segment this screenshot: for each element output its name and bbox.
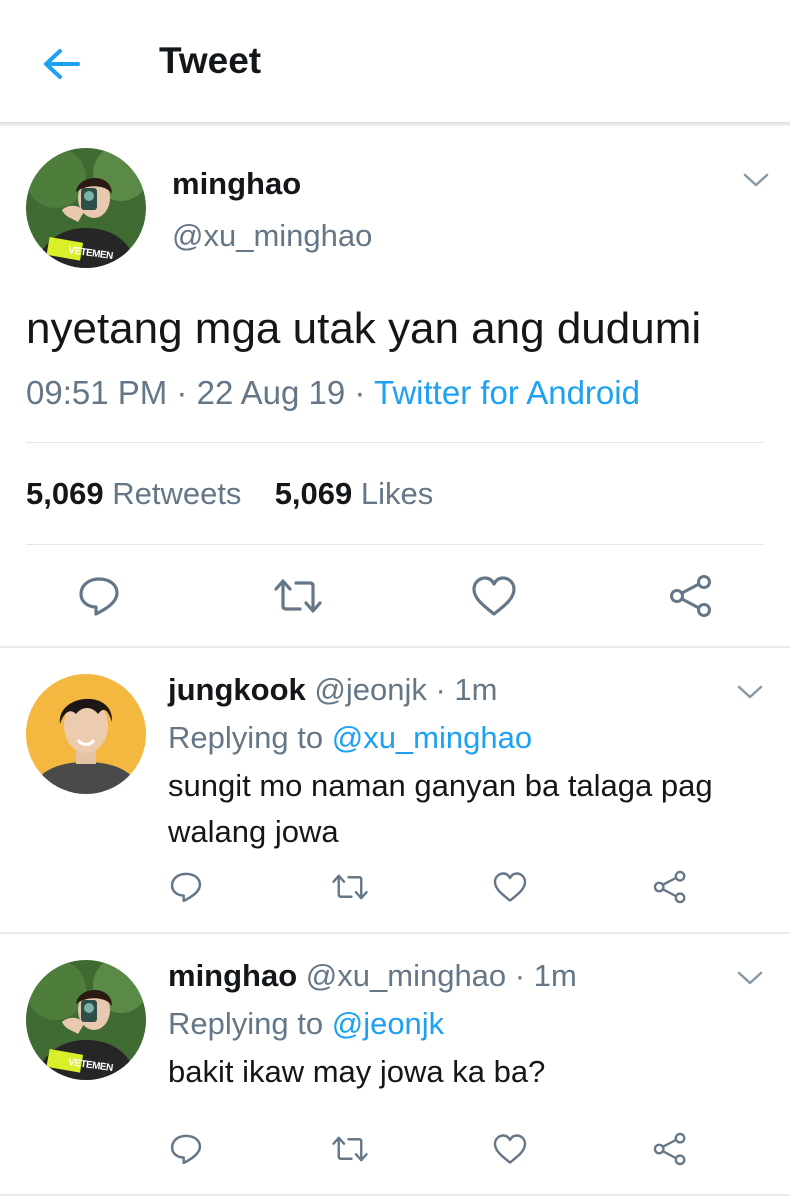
reply-icon [170, 872, 202, 903]
user-handle[interactable]: @xu_minghao [172, 218, 372, 254]
share-icon [653, 1132, 686, 1166]
meta-separator: · [354, 374, 366, 411]
display-name[interactable]: minghao [172, 166, 301, 202]
share-button[interactable] [652, 1132, 688, 1166]
retweet-icon [332, 874, 368, 900]
reply-text: walang jowa [168, 814, 339, 849]
likes-label: Likes [360, 476, 434, 511]
tweet-stats: 5,069 Retweets 5,069 Likes [26, 476, 433, 512]
retweet-icon [332, 1136, 368, 1162]
retweet-button[interactable] [330, 1134, 370, 1164]
section-divider [0, 932, 790, 934]
tweet-text: nyetang mga utak yan ang dudumi [26, 304, 702, 353]
tweet-source-link[interactable]: Twitter for Android [374, 374, 640, 411]
meta-separator: · [176, 374, 188, 411]
avatar[interactable]: VETEMEN [26, 960, 146, 1080]
back-button[interactable] [38, 40, 86, 88]
back-arrow-icon [44, 49, 80, 79]
tweet-time: 09:51 PM [26, 374, 168, 411]
retweets-stat[interactable]: 5,069 Retweets [26, 476, 250, 511]
retweet-button[interactable] [272, 576, 324, 616]
reply-button[interactable] [168, 870, 204, 904]
reply-handle[interactable]: @jeonjk [314, 672, 426, 707]
retweets-count: 5,069 [26, 476, 104, 511]
reply-menu-button[interactable] [736, 682, 764, 702]
tweet-meta: 09:51 PM · 22 Aug 19 · Twitter for Andro… [26, 374, 640, 412]
reply-header: minghao @xu_minghao · 1m [168, 958, 577, 994]
section-divider [0, 1194, 790, 1196]
reply-text: sungit mo naman ganyan ba talaga pag [168, 768, 713, 803]
like-button[interactable] [470, 574, 518, 618]
reply-timestamp: · 1m [514, 958, 577, 993]
share-icon [653, 870, 686, 904]
replying-to-label: Replying to [168, 1006, 324, 1041]
like-icon [493, 1134, 527, 1164]
replying-to-label: Replying to [168, 720, 324, 755]
reply-icon [79, 577, 119, 616]
reply-icon [170, 1134, 202, 1165]
retweet-button[interactable] [330, 872, 370, 902]
share-button[interactable] [652, 870, 688, 904]
like-icon [493, 872, 527, 902]
divider [26, 442, 764, 443]
likes-stat[interactable]: 5,069 Likes [275, 476, 434, 511]
chevron-down-icon [737, 685, 763, 699]
replying-to-link[interactable]: @jeonjk [332, 1006, 444, 1041]
share-button[interactable] [668, 574, 714, 618]
chevron-down-icon [737, 971, 763, 985]
top-bar-shadow [0, 122, 790, 126]
replying-to: Replying to @xu_minghao [168, 720, 532, 756]
reply-menu-button[interactable] [736, 968, 764, 988]
avatar[interactable] [26, 674, 146, 794]
reply-text: bakit ikaw may jowa ka ba? [168, 1054, 546, 1089]
page-title: Tweet [159, 40, 262, 81]
avatar[interactable]: VETEMEN [26, 148, 146, 268]
replying-to-link[interactable]: @xu_minghao [332, 720, 532, 755]
replying-to: Replying to @jeonjk [168, 1006, 444, 1042]
likes-count: 5,069 [274, 476, 353, 511]
like-icon [472, 576, 516, 616]
reply-display-name[interactable]: minghao [168, 958, 297, 993]
share-icon [670, 575, 711, 617]
tweet-menu-button[interactable] [742, 170, 770, 190]
like-button[interactable] [492, 1132, 528, 1166]
reply-handle[interactable]: @xu_minghao [306, 958, 506, 993]
reply-timestamp: · 1m [435, 672, 498, 707]
like-button[interactable] [492, 870, 528, 904]
retweets-label: Retweets [112, 476, 242, 511]
reply-header: jungkook @jeonjk · 1m [168, 672, 498, 708]
chevron-down-icon [743, 173, 769, 187]
tweet-date: 22 Aug 19 [196, 374, 346, 411]
divider [26, 544, 764, 545]
reply-button[interactable] [168, 1132, 204, 1166]
reply-button[interactable] [76, 574, 122, 618]
top-bar [0, 0, 790, 124]
section-divider [0, 646, 790, 648]
reply-display-name[interactable]: jungkook [168, 672, 306, 707]
retweet-icon [274, 579, 322, 613]
